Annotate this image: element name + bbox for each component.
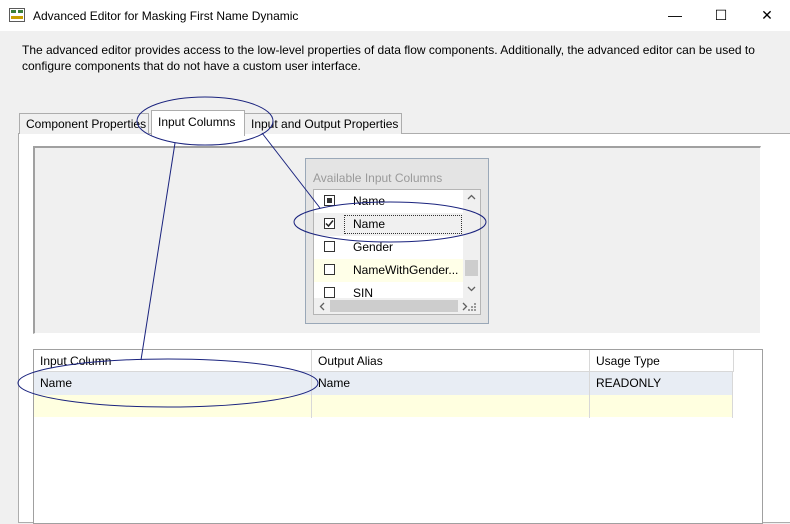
column-label: Gender	[353, 240, 394, 254]
table-row[interactable]: Name Name READONLY	[34, 372, 733, 395]
tab-input-columns[interactable]: Input Columns	[151, 110, 245, 136]
list-item[interactable]: Name	[314, 213, 464, 236]
available-columns-header: Available Input Columns	[313, 171, 443, 185]
grid-cell-output-alias[interactable]	[312, 395, 590, 418]
check-icon	[325, 220, 334, 228]
resize-grip-icon	[468, 303, 476, 311]
checkbox-unchecked[interactable]	[324, 287, 335, 298]
minimize-button[interactable]: —	[652, 0, 698, 31]
tab-component-properties[interactable]: Component Properties	[19, 113, 149, 134]
table-row-new[interactable]	[34, 395, 733, 418]
column-label: NameWithGender...	[353, 263, 459, 277]
grid-header-output-alias[interactable]: Output Alias	[312, 350, 590, 372]
grid-header-usage-type[interactable]: Usage Type	[590, 350, 734, 372]
grid-cell-input-column[interactable]	[34, 395, 312, 418]
scroll-thumb[interactable]	[330, 300, 458, 312]
checkbox-unchecked[interactable]	[324, 264, 335, 275]
checkbox-checked[interactable]	[324, 218, 335, 229]
description-text: The advanced editor provides access to t…	[22, 43, 755, 73]
close-button[interactable]: ✕	[744, 0, 790, 31]
checkbox-unchecked[interactable]	[324, 241, 335, 252]
tab-input-output-properties[interactable]: Input and Output Properties	[244, 113, 402, 134]
column-label: Name	[353, 217, 386, 231]
vertical-scrollbar[interactable]	[463, 190, 480, 299]
scroll-thumb[interactable]	[465, 260, 478, 276]
checkbox-indeterminate[interactable]	[324, 195, 335, 206]
grid-cell-usage-type[interactable]	[590, 395, 733, 418]
app-icon	[9, 8, 25, 22]
column-label: Name	[353, 194, 386, 208]
window-title: Advanced Editor for Masking First Name D…	[33, 9, 299, 23]
horizontal-scrollbar[interactable]	[314, 298, 480, 314]
grid-cell-output-alias[interactable]: Name	[312, 372, 590, 395]
minimize-icon: —	[668, 7, 682, 23]
maximize-icon: ☐	[714, 7, 728, 23]
available-columns-list[interactable]: Name Name Gender NameWithGender... SIN	[313, 189, 481, 315]
grid-header-input-column[interactable]: Input Column	[34, 350, 312, 372]
grid-cell-input-column[interactable]: Name	[34, 372, 312, 395]
list-item[interactable]: Name	[314, 190, 464, 213]
list-item[interactable]: NameWithGender...	[314, 259, 464, 282]
scroll-left-icon[interactable]	[319, 302, 325, 311]
list-item[interactable]: Gender	[314, 236, 464, 259]
close-icon: ✕	[761, 7, 773, 23]
maximize-button[interactable]: ☐	[698, 0, 744, 31]
scroll-down-icon[interactable]	[467, 286, 476, 292]
scroll-up-icon[interactable]	[467, 194, 476, 200]
grid-cell-usage-type[interactable]: READONLY	[590, 372, 733, 395]
